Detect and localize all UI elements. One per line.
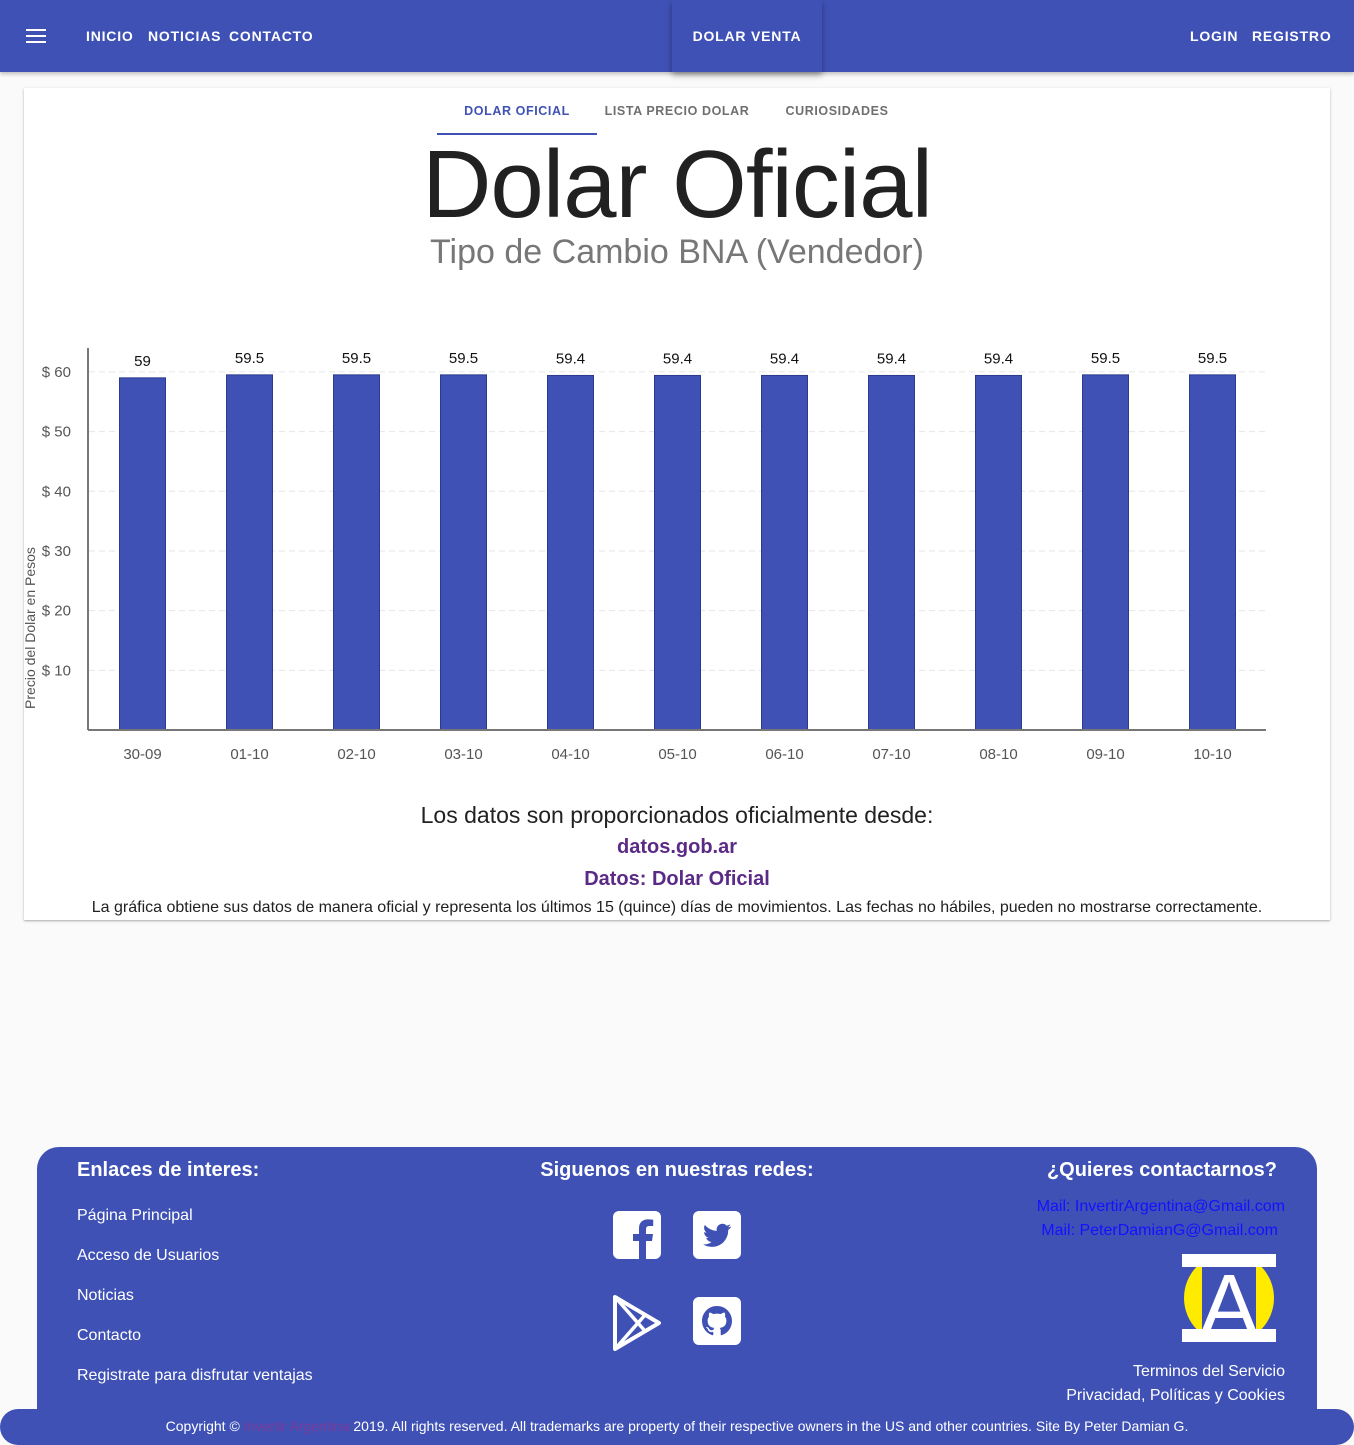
copyright-prefix: Copyright ©: [165, 1418, 244, 1434]
nav-link-contacto[interactable]: CONTACTO: [229, 0, 313, 72]
x-tick-label: 05-10: [658, 746, 696, 763]
google-play-icon[interactable]: [613, 1295, 661, 1351]
chart-bar[interactable]: [975, 374, 1022, 731]
y-tick-label: $ 40: [42, 483, 71, 500]
source-link-dolar-oficial[interactable]: Datos: Dolar Oficial: [24, 868, 1330, 891]
nav-link-inicio[interactable]: INICIO: [86, 0, 134, 72]
dolar-venta-button[interactable]: DOLAR VENTA: [672, 0, 822, 72]
chart-bar[interactable]: [868, 374, 915, 731]
chart-labels: $ 10 $ 20 $ 30 $ 40 $ 50 $ 60 59 30-09 59.5 01-10…: [42, 350, 1232, 763]
bar-data-label: 59.5: [1091, 350, 1120, 367]
copyright-brand-link[interactable]: Invertir Argentina: [244, 1418, 350, 1434]
page-subtitle: Tipo de Cambio BNA (Vendedor): [430, 233, 924, 271]
bar-data-label: 59.4: [770, 350, 799, 367]
github-icon[interactable]: [693, 1297, 741, 1345]
facebook-icon[interactable]: [613, 1211, 661, 1259]
mail-peter-damian[interactable]: Mail: PeterDamianG@Gmail.com: [1041, 1222, 1278, 1240]
bar-data-label: 59.4: [877, 350, 906, 367]
chart-y-axis-label: Precio del Dolar en Pesos: [24, 547, 38, 709]
mail-invertir-argentina[interactable]: Mail: InvertirArgentina@Gmail.com: [1037, 1198, 1285, 1216]
x-tick-label: 03-10: [444, 746, 482, 763]
chart-bar[interactable]: [654, 374, 701, 731]
chart-bar[interactable]: [226, 374, 273, 731]
chart-bar[interactable]: [119, 377, 166, 731]
hamburger-menu-icon[interactable]: [22, 22, 50, 50]
footer-link-noticias[interactable]: Noticias: [77, 1287, 134, 1305]
logo-letter: A: [1200, 1256, 1259, 1342]
bar-data-label: 59.5: [235, 350, 264, 367]
footer-links-title: Enlaces de interes:: [77, 1159, 260, 1181]
nav-link-noticias[interactable]: NOTICIAS: [148, 0, 221, 72]
tab-dolar-oficial[interactable]: DOLAR OFICIAL: [437, 88, 597, 134]
bar-chart: $ 10 $ 20 $ 30 $ 40 $ 50 $ 60 59 30-09 59.5 01-10…: [24, 348, 1266, 763]
bar-data-label: 59.4: [556, 350, 585, 367]
chart-bar[interactable]: [1082, 374, 1129, 731]
x-tick-label: 10-10: [1193, 746, 1231, 763]
footer-social-title: Siguenos en nuestras redes:: [540, 1159, 814, 1181]
chart-bar[interactable]: [761, 374, 808, 731]
chart-bar[interactable]: [1189, 374, 1236, 731]
y-tick-label: $ 50: [42, 424, 71, 441]
bar-data-label: 59.5: [1198, 350, 1227, 367]
y-tick-label: $ 10: [42, 662, 71, 679]
footer-contact-title: ¿Quieres contactarnos?: [1046, 1159, 1277, 1181]
bar-data-label: 59.5: [449, 350, 478, 367]
footer-link-registrate[interactable]: Registrate para disfrutar ventajas: [77, 1367, 313, 1385]
tab-lista-precio-dolar[interactable]: LISTA PRECIO DOLAR: [597, 88, 757, 134]
x-tick-label: 01-10: [230, 746, 268, 763]
x-tick-label: 08-10: [979, 746, 1017, 763]
source-note: La gráfica obtiene sus datos de manera o…: [91, 899, 1263, 916]
x-tick-label: 30-09: [123, 746, 161, 763]
bar-data-label: 59.4: [984, 350, 1013, 367]
x-tick-label: 07-10: [872, 746, 910, 763]
twitter-icon[interactable]: [693, 1211, 741, 1259]
y-tick-label: $ 20: [42, 603, 71, 620]
footer-link-contacto[interactable]: Contacto: [77, 1327, 141, 1345]
registro-link[interactable]: REGISTRO: [1252, 0, 1332, 72]
x-tick-label: 04-10: [551, 746, 589, 763]
y-tick-label: $ 30: [42, 543, 71, 560]
invertir-argentina-logo: A: [1182, 1254, 1276, 1342]
y-tick-label: $ 60: [42, 364, 71, 381]
privacy-link[interactable]: Privacidad, Políticas y Cookies: [1066, 1387, 1285, 1405]
source-intro: Los datos son proporcionados oficialment…: [420, 802, 934, 828]
footer-link-acceso-usuarios[interactable]: Acceso de Usuarios: [77, 1247, 219, 1265]
bar-data-label: 59.5: [342, 350, 371, 367]
x-tick-label: 09-10: [1086, 746, 1124, 763]
page-title: Dolar Oficial: [422, 131, 933, 238]
bar-data-label: 59.4: [663, 350, 692, 367]
x-tick-label: 06-10: [765, 746, 803, 763]
chart-bar[interactable]: [333, 374, 380, 731]
copyright-suffix: 2019. All rights reserved. All trademark…: [349, 1418, 1189, 1434]
chart-bar[interactable]: [547, 374, 594, 731]
login-link[interactable]: LOGIN: [1190, 0, 1238, 72]
footer-link-pagina-principal[interactable]: Página Principal: [77, 1207, 193, 1225]
tab-curiosidades[interactable]: CURIOSIDADES: [757, 88, 917, 134]
x-tick-label: 02-10: [337, 746, 375, 763]
chart-bar[interactable]: [440, 374, 487, 731]
footer: Enlaces de interes: Página Principal Acc…: [37, 1147, 1317, 1445]
terms-link[interactable]: Terminos del Servicio: [1133, 1363, 1285, 1381]
bar-data-label: 59: [134, 353, 151, 370]
top-navbar: INICIO NOTICIAS CONTACTO DOLAR VENTA LOG…: [0, 0, 1354, 72]
source-link-datos-gob[interactable]: datos.gob.ar: [24, 836, 1330, 859]
main-card: DOLAR OFICIAL LISTA PRECIO DOLAR CURIOSI…: [24, 88, 1330, 920]
chart-bars: [119, 374, 1236, 731]
copyright-bar: Copyright © Invertir Argentina 2019. All…: [0, 1409, 1354, 1445]
